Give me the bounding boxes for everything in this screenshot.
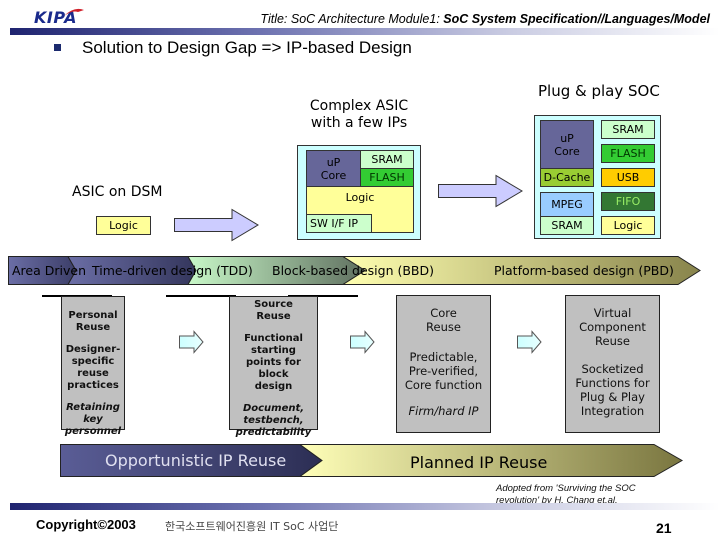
reuse-box-core: Core Reuse Predictable, Pre-verified, Core … [396, 295, 491, 433]
bullet-text: Solution to Design Gap => IP-based Desig… [82, 38, 412, 57]
reuse-box-personal: Personal Reuse Designer-specific reuse pra… [61, 296, 125, 437]
header-rule [10, 28, 720, 35]
slide-title: Title: SoC Architecture Module1: SoC Sys… [170, 12, 710, 26]
uP-core-block: uP Core [540, 120, 594, 169]
box-note-line: key personnel [64, 414, 122, 437]
uP-core-block: uP Core [306, 150, 361, 187]
stage1-logic-block: Logic [96, 216, 151, 235]
sram-left-block: SRAM [540, 216, 594, 235]
box-title-line: Reuse [426, 320, 461, 334]
box-desc-line: starting [251, 345, 296, 356]
planned-reuse-label: Planned IP Reuse [410, 453, 548, 472]
box-desc-line: design [254, 381, 293, 392]
phase-label-tdd: Time-driven design (TDD) [92, 263, 253, 278]
box-desc-line: Plug & Play [580, 390, 645, 404]
stage2-label-line2: with a few IPs [310, 115, 408, 131]
usb-block: USB [601, 168, 655, 187]
box-title-line: Personal [68, 310, 118, 321]
stage2-label: Complex ASIC with a few IPs [296, 98, 422, 132]
box-desc-line: Functions for [575, 376, 650, 390]
phase-label-pbd: Platform-based design (PBD) [494, 263, 674, 278]
box-note-line: testbench, [243, 415, 304, 426]
box-desc-line: points for block [246, 357, 301, 380]
bullet-square-icon [54, 44, 61, 51]
logic-block: Logic [601, 216, 655, 235]
reuse-box-source: Source Reuse Functional starting points for… [229, 296, 318, 438]
stage2-label-line1: Complex ASIC [309, 98, 409, 114]
credit-line1: Adopted from 'Surviving the SOC [496, 483, 636, 494]
box-desc-line: Pre-verified, [408, 364, 479, 378]
title-main: SoC System Specification//Languages/Mode… [443, 12, 710, 26]
stage3-label: Plug & play SOC [538, 82, 660, 100]
d-cache-block: D-Cache [540, 168, 594, 187]
title-prefix: Title: SoC Architecture Module1: [260, 12, 444, 26]
arrow-right-icon [438, 174, 523, 208]
stage1-label: ASIC on DSM [72, 184, 163, 200]
logo-swoosh-icon [64, 8, 84, 16]
box-title-line: Component [579, 320, 646, 334]
sram-right-block: SRAM [601, 120, 655, 139]
box-desc-line: Integration [580, 404, 645, 418]
arrow-right-icon [179, 330, 204, 354]
box-note-line: Firm/hard IP [408, 404, 479, 418]
sram-block: SRAM [360, 150, 414, 169]
box-title-line: Reuse [256, 311, 291, 322]
box-desc-line: Socketized [581, 362, 644, 376]
opportunistic-reuse-label: Opportunistic IP Reuse [105, 451, 287, 470]
box-desc-line: specific [71, 356, 115, 367]
flash-block: FLASH [360, 168, 414, 187]
fifo-block: FIFO [601, 192, 655, 211]
box-title-line: Virtual [593, 306, 632, 320]
box-desc-line: Core function [404, 378, 483, 392]
phase-label-area-driven: Area Driven [12, 263, 86, 278]
box-note-line: Retaining [66, 402, 120, 413]
flash-block: FLASH [601, 144, 655, 163]
box-note-line: Document, [242, 403, 305, 414]
box-desc-line: Designer- [65, 344, 121, 355]
box-desc-line: reuse practices [67, 368, 119, 391]
mpeg-block: MPEG [540, 192, 594, 217]
box-desc-line: Predictable, [409, 350, 478, 364]
phase-label-bbd: Block-based design (BBD) [272, 263, 434, 278]
copyright: Copyright©2003 [36, 517, 136, 532]
arrow-right-icon [174, 208, 259, 242]
page-number: 21 [656, 520, 672, 536]
box-title-line: Core [430, 306, 457, 320]
organization-name: 한국소프트웨어진흥원 IT SoC 사업단 [165, 520, 339, 533]
box-desc-line: Functional [244, 333, 303, 344]
arrow-right-icon [350, 330, 375, 354]
box-note-line: predictability [235, 427, 312, 438]
box-title-line: Reuse [595, 334, 630, 348]
footer-rule [10, 503, 720, 510]
box-title-line: Reuse [75, 322, 111, 333]
divider-line [166, 295, 236, 297]
arrow-right-icon [517, 330, 542, 354]
box-title-line: Source [254, 299, 293, 310]
sw-if-ip-block: SW I/F IP [306, 214, 372, 233]
reuse-box-virtual-component: Virtual Component Reuse Socketized Function… [565, 295, 660, 433]
